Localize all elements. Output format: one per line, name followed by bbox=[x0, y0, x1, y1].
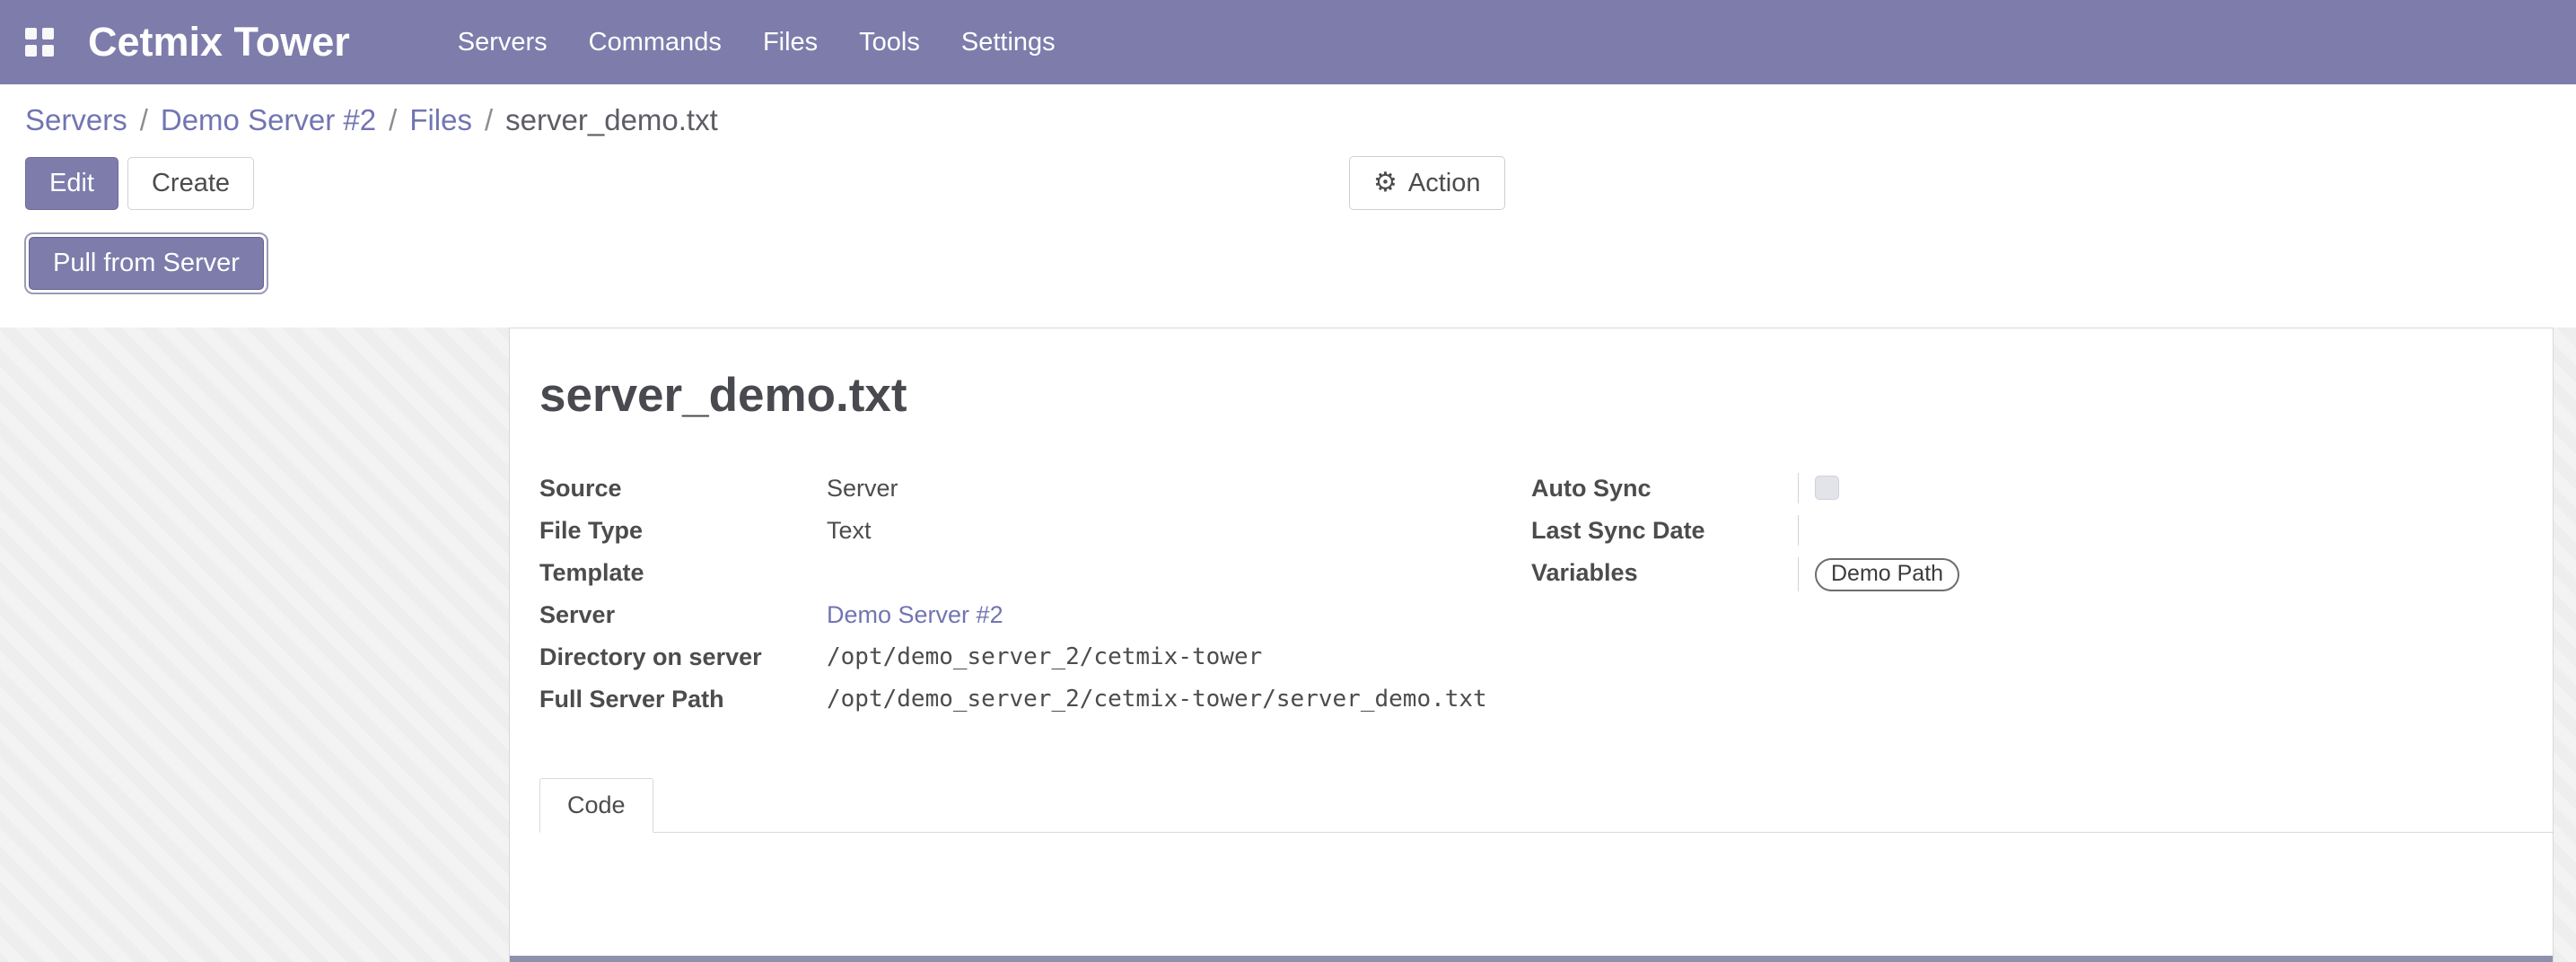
field-label-directory-on-server: Directory on server bbox=[539, 642, 827, 672]
control-panel-buttons: Edit Create ⚙ Action bbox=[25, 156, 2551, 210]
gear-icon: ⚙ bbox=[1373, 170, 1398, 197]
field-label-file-type: File Type bbox=[539, 515, 827, 546]
field-label-full-server-path: Full Server Path bbox=[539, 684, 827, 714]
field-group-left: Source Server File Type Text Template Se… bbox=[539, 473, 1531, 714]
main-menu: Servers Commands Files Tools Settings bbox=[456, 22, 1057, 63]
control-panel: Servers / Demo Server #2 / Files / serve… bbox=[0, 84, 2576, 306]
breadcrumb-files[interactable]: Files bbox=[409, 101, 472, 140]
field-value-file-type: Text bbox=[827, 515, 1531, 546]
field-value-directory-on-server: /opt/demo_server_2/cetmix-tower bbox=[827, 642, 1531, 672]
field-value-auto-sync bbox=[1798, 473, 2523, 503]
nav-menu-tools[interactable]: Tools bbox=[857, 22, 922, 63]
field-value-variables: Demo Path bbox=[1798, 557, 2523, 591]
create-button[interactable]: Create bbox=[127, 157, 254, 210]
apps-grid-square bbox=[25, 45, 37, 57]
nav-menu-commands[interactable]: Commands bbox=[587, 22, 723, 63]
field-value-server-link[interactable]: Demo Server #2 bbox=[827, 599, 1531, 630]
field-group-right: Auto Sync Last Sync Date Variables Demo … bbox=[1531, 473, 2523, 714]
tab-code[interactable]: Code bbox=[539, 778, 653, 833]
nav-menu-servers[interactable]: Servers bbox=[456, 22, 549, 63]
brand-title[interactable]: Cetmix Tower bbox=[88, 19, 350, 66]
nav-menu-files[interactable]: Files bbox=[761, 22, 819, 63]
pull-from-server-button[interactable]: Pull from Server bbox=[29, 237, 264, 290]
action-menu-button[interactable]: ⚙ Action bbox=[1349, 156, 1505, 210]
code-editor-strip bbox=[510, 956, 2553, 962]
apps-grid-square bbox=[25, 28, 37, 39]
breadcrumb-demo-server-2[interactable]: Demo Server #2 bbox=[161, 101, 376, 140]
apps-grid-square bbox=[42, 45, 54, 57]
auto-sync-checkbox[interactable] bbox=[1815, 476, 1839, 500]
field-label-template: Template bbox=[539, 557, 827, 588]
field-label-variables: Variables bbox=[1531, 557, 1798, 591]
apps-grid-square bbox=[42, 28, 54, 39]
field-groups: Source Server File Type Text Template Se… bbox=[539, 473, 2523, 714]
field-value-last-sync-date bbox=[1798, 515, 2523, 546]
field-label-last-sync-date: Last Sync Date bbox=[1531, 515, 1798, 546]
breadcrumb: Servers / Demo Server #2 / Files / serve… bbox=[25, 101, 2551, 140]
apps-grid-icon[interactable] bbox=[25, 28, 54, 57]
action-menu-label: Action bbox=[1408, 171, 1481, 197]
record-title: server_demo.txt bbox=[539, 368, 2523, 423]
form-header-buttons: Pull from Server bbox=[25, 233, 2551, 295]
form-view-background: server_demo.txt Source Server File Type … bbox=[0, 328, 2576, 962]
edit-button[interactable]: Edit bbox=[25, 157, 118, 210]
field-value-source: Server bbox=[827, 473, 1531, 503]
form-sheet: server_demo.txt Source Server File Type … bbox=[509, 328, 2554, 962]
breadcrumb-current-record: server_demo.txt bbox=[505, 101, 718, 140]
nav-menu-settings[interactable]: Settings bbox=[959, 22, 1057, 63]
top-navbar: Cetmix Tower Servers Commands Files Tool… bbox=[0, 0, 2576, 84]
field-value-template bbox=[827, 557, 1531, 588]
breadcrumb-separator: / bbox=[389, 101, 397, 140]
breadcrumb-separator: / bbox=[140, 101, 148, 140]
notebook-tabs: Code bbox=[539, 777, 2553, 833]
field-label-server: Server bbox=[539, 599, 827, 630]
field-label-auto-sync: Auto Sync bbox=[1531, 473, 1798, 503]
variable-tag-demo-path[interactable]: Demo Path bbox=[1815, 558, 1959, 591]
breadcrumb-servers[interactable]: Servers bbox=[25, 101, 127, 140]
field-value-full-server-path: /opt/demo_server_2/cetmix-tower/server_d… bbox=[827, 684, 1531, 714]
breadcrumb-separator: / bbox=[485, 101, 493, 140]
field-label-source: Source bbox=[539, 473, 827, 503]
